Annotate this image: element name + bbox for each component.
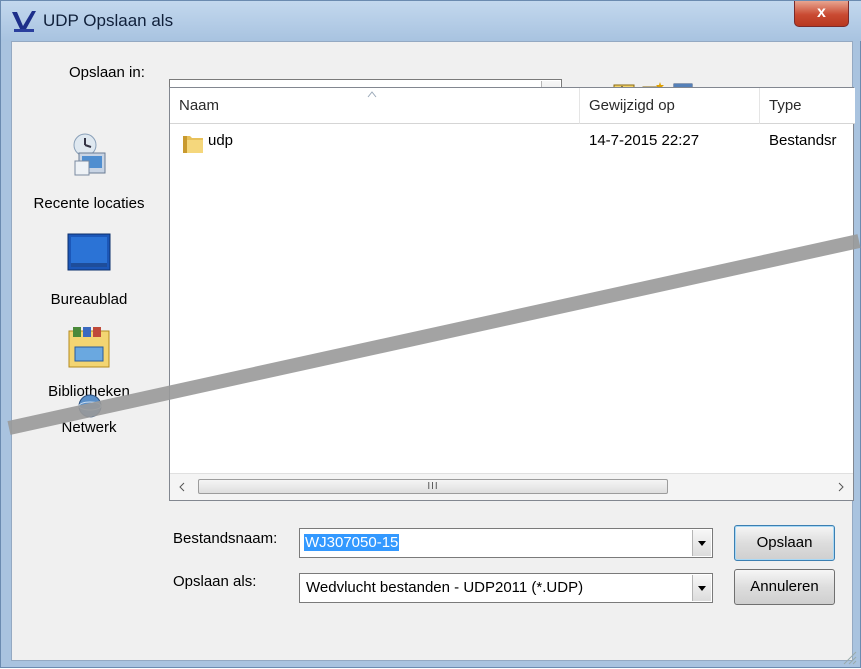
place-label: Netwerk — [61, 419, 117, 436]
file-name: udp — [208, 132, 234, 149]
chevron-down-icon[interactable] — [692, 575, 711, 601]
window-title: UDP Opslaan als — [43, 11, 174, 30]
scroll-grip: III — [427, 481, 439, 492]
filetype-dropdown[interactable]: Wedvlucht bestanden - UDP2011 (*.UDP) — [299, 573, 713, 603]
scroll-right-icon[interactable] — [837, 482, 845, 492]
filetype-label: Opslaan als: — [173, 573, 257, 590]
cancel-button[interactable]: Annuleren — [734, 569, 835, 605]
resize-grip-icon[interactable] — [841, 649, 857, 665]
column-header-label: Gewijzigd op — [589, 97, 675, 114]
cancel-button-label: Annuleren — [750, 578, 819, 595]
save-in-label: Opslaan in: — [69, 64, 145, 81]
horizontal-scrollbar[interactable]: III — [170, 473, 853, 500]
filename-value: WJ307050-15 — [304, 534, 400, 551]
column-header-modified[interactable]: Gewijzigd op — [580, 88, 760, 124]
column-header-label: Type — [769, 97, 802, 114]
scroll-left-icon[interactable] — [178, 482, 186, 492]
column-header-type[interactable]: Type — [760, 88, 855, 124]
desktop-icon — [67, 233, 111, 271]
column-header-label: Naam — [179, 97, 220, 114]
close-button[interactable]: x — [794, 1, 849, 27]
place-label: Recente locaties — [33, 195, 145, 212]
table-row[interactable]: udp 14-7-2015 22:27 Bestandsr — [170, 132, 853, 158]
filename-label: Bestandsnaam: — [173, 530, 278, 547]
save-button[interactable]: Opslaan — [734, 525, 835, 561]
libraries-icon — [68, 327, 110, 368]
close-icon: x — [817, 4, 826, 21]
save-button-label: Opslaan — [756, 534, 813, 551]
folder-icon — [183, 136, 203, 153]
app-logo-icon — [12, 11, 36, 32]
filename-input[interactable]: WJ307050-15 — [299, 528, 713, 558]
scrollbar-thumb[interactable]: III — [198, 479, 668, 494]
filetype-value: Wedvlucht bestanden - UDP2011 (*.UDP) — [306, 579, 584, 596]
place-label: Bureaublad — [50, 291, 128, 308]
places-bar: Recente locaties Bureaublad Bibliotheken — [19, 87, 159, 517]
file-type: Bestandsr — [769, 132, 837, 149]
file-list[interactable]: Naam Gewijzigd op Type udp 14-7-2015 22:… — [169, 87, 855, 501]
title-bar[interactable]: UDP Opslaan als x — [1, 1, 861, 41]
file-modified: 14-7-2015 22:27 — [589, 132, 700, 149]
chevron-down-icon[interactable] — [692, 530, 711, 556]
save-dialog-window: UDP Opslaan als x Opslaan in: 2015 — [0, 0, 861, 668]
sort-ascending-icon — [367, 91, 377, 98]
network-icon — [78, 394, 102, 418]
recent-locations-icon — [73, 133, 106, 176]
column-header-name[interactable]: Naam — [170, 88, 580, 124]
